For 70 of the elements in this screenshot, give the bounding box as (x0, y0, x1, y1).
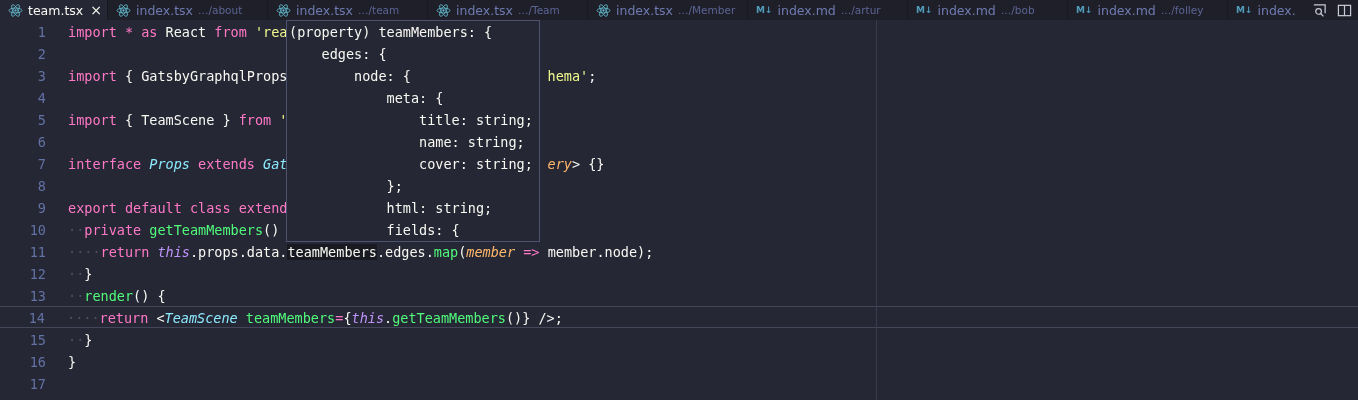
code-line: export default class extend (68, 199, 288, 217)
markdown-icon: M↓ (916, 5, 933, 15)
line-number: 10 (28, 221, 46, 239)
markdown-icon: M↓ (756, 5, 773, 15)
code-fragment: ery> {} (547, 155, 605, 173)
line-number: 2 (36, 45, 46, 63)
tab-label: index. (1257, 2, 1296, 18)
tab-path: …/about (198, 4, 243, 16)
tab-path: …/folley (1160, 4, 1204, 16)
editor-tab[interactable]: team.tsx × (0, 0, 108, 20)
code-line: import * as React from 'rea (68, 23, 288, 41)
atom-icon (116, 3, 131, 17)
type-line: }; (385, 177, 404, 196)
tab-label: index.tsx (616, 2, 673, 18)
tab-path: …/bob (1000, 4, 1035, 16)
tab-path: …/team (358, 4, 400, 16)
type-line: (property) teamMembers: { (289, 23, 494, 42)
code-fragment: hema'; (547, 67, 597, 85)
markdown-icon: M↓ (1076, 5, 1093, 15)
code-line: interface Props extends Gat (68, 155, 288, 173)
tab-path: …/Member (678, 4, 736, 16)
code-line: ····return this.props.data.teamMembers.edges.map(member => member.node); (68, 243, 654, 261)
line-number: 9 (36, 199, 46, 217)
search-icon[interactable] (1312, 2, 1327, 18)
tab-label: team.tsx (28, 2, 84, 18)
line-number: 5 (36, 111, 46, 129)
line-number: 14 (27, 309, 45, 327)
code-line: import { GatsbyGraphqlProps (68, 67, 288, 85)
type-line: node: { (353, 67, 412, 86)
tab-label: index.tsx (136, 2, 193, 18)
atom-icon (8, 3, 23, 17)
line-number: 6 (36, 133, 46, 151)
code-line: ··private getTeamMembers() (68, 221, 280, 239)
code-line: import { TeamScene } from ' (68, 111, 288, 129)
type-line: name: string; (418, 133, 526, 152)
type-line: title: string; (418, 111, 534, 130)
line-number: 4 (36, 89, 46, 107)
tab-path: …/Team (518, 4, 560, 16)
type-line: fields: { (385, 221, 461, 240)
line-number: 12 (28, 265, 46, 283)
line-number: 7 (36, 155, 46, 173)
atom-icon (436, 3, 451, 17)
line-number: 15 (28, 331, 46, 349)
split-editor-icon[interactable] (1337, 2, 1352, 18)
code-line: ····return <TeamScene teamMembers={this.getTeamMembers()} />; (67, 309, 563, 327)
close-icon[interactable]: × (90, 2, 102, 18)
type-line: meta: { (385, 89, 445, 108)
tab-label: index.tsx (456, 2, 513, 18)
atom-icon (596, 3, 611, 17)
markdown-icon: M↓ (1236, 5, 1253, 15)
line-number: 13 (28, 287, 46, 305)
tab-label: index.md (1097, 2, 1156, 18)
tab-label: index.md (937, 2, 996, 18)
atom-icon (276, 3, 291, 17)
tab-label: index.tsx (296, 2, 353, 18)
code-line: } (68, 353, 77, 371)
line-number: 1 (36, 23, 46, 41)
code-line: ··} (68, 265, 93, 283)
code-line: ··render() { (68, 287, 166, 305)
type-line: cover: string; (418, 155, 534, 174)
type-line: edges: { (320, 45, 388, 64)
line-number: 8 (36, 177, 46, 195)
line-number: 16 (28, 353, 46, 371)
type-line: html: string; (385, 199, 494, 218)
line-number: 3 (36, 67, 46, 85)
line-number: 11 (28, 243, 46, 261)
code-line: ··} (68, 331, 93, 349)
line-number: 17 (28, 375, 46, 393)
tab-label: index.md (777, 2, 836, 18)
tab-path: …/artur (840, 4, 881, 16)
